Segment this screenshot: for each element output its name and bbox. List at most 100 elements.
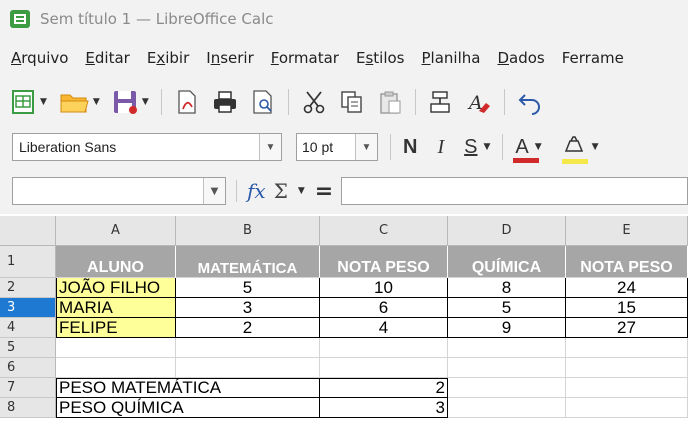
grade-cell[interactable]: 9 — [448, 318, 566, 338]
column-header-a[interactable]: A — [56, 216, 176, 246]
chevron-down-icon[interactable]: ▼ — [40, 97, 47, 107]
student-name-cell[interactable]: JOÃO FILHO — [56, 278, 176, 298]
table-header-cell[interactable]: ALUNO — [56, 246, 176, 278]
chevron-down-icon[interactable]: ▼ — [592, 142, 599, 152]
weight-value-cell[interactable]: 3 — [320, 398, 448, 418]
save-icon — [113, 91, 137, 114]
table-header-cell[interactable]: QUÍMICA — [448, 246, 566, 278]
empty-cell[interactable] — [320, 358, 448, 378]
menu-item-planilha[interactable]: Planilha — [422, 49, 481, 67]
grade-cell[interactable]: 8 — [448, 278, 566, 298]
menu-item-inserir[interactable]: Inserir — [206, 49, 254, 67]
paste-button[interactable] — [377, 89, 403, 115]
empty-cell[interactable] — [448, 338, 566, 358]
empty-cell[interactable] — [176, 338, 320, 358]
column-header-b[interactable]: B — [176, 216, 320, 246]
chevron-down-icon[interactable]: ▼ — [535, 142, 542, 152]
print-button[interactable] — [212, 89, 238, 115]
row-header-8[interactable]: 8 — [0, 398, 56, 418]
bold-button[interactable]: N — [403, 136, 417, 159]
grade-cell[interactable]: 2 — [176, 318, 320, 338]
grade-cell[interactable]: 5 — [448, 298, 566, 318]
empty-cell[interactable] — [566, 378, 688, 398]
column-header-d[interactable]: D — [448, 216, 566, 246]
chevron-down-icon[interactable]: ▼ — [355, 134, 377, 160]
grade-cell[interactable]: 6 — [320, 298, 448, 318]
grade-cell[interactable]: 24 — [566, 278, 688, 298]
highlight-color-button[interactable]: ▼ — [561, 135, 599, 164]
empty-cell[interactable] — [56, 358, 176, 378]
column-header-e[interactable]: E — [566, 216, 688, 246]
row-header-5[interactable]: 5 — [0, 338, 56, 358]
grade-cell[interactable]: 27 — [566, 318, 688, 338]
table-header-cell[interactable]: NOTA PESO — [320, 246, 448, 278]
empty-cell[interactable] — [448, 398, 566, 418]
clear-formatting-button[interactable]: A — [466, 89, 492, 115]
font-name-combobox[interactable]: Liberation Sans ▼ — [12, 133, 282, 161]
select-all-corner[interactable] — [0, 216, 56, 246]
grade-cell[interactable]: 10 — [320, 278, 448, 298]
formula-equals-icon[interactable]: = — [315, 179, 333, 204]
underline-button[interactable]: S ▼ — [464, 136, 490, 159]
table-header-cell[interactable]: NOTA PESO — [566, 246, 688, 278]
chevron-down-icon[interactable]: ▼ — [259, 134, 281, 160]
empty-cell[interactable] — [566, 398, 688, 418]
student-name-cell[interactable]: MARIA — [56, 298, 176, 318]
undo-button[interactable] — [517, 89, 543, 115]
print-preview-button[interactable] — [250, 89, 276, 115]
row-header-2[interactable]: 2 — [0, 278, 56, 298]
table-header-cell[interactable]: MATEMÁTICA — [176, 246, 320, 278]
clone-formatting-button[interactable] — [428, 89, 454, 115]
empty-cell[interactable] — [56, 338, 176, 358]
empty-cell[interactable] — [566, 338, 688, 358]
column-header-c[interactable]: C — [320, 216, 448, 246]
name-box[interactable]: ▼ — [12, 177, 226, 205]
menu-item-formatar[interactable]: Formatar — [271, 49, 339, 67]
function-wizard-icon[interactable]: fx — [247, 179, 266, 203]
font-color-button[interactable]: A ▼ — [513, 136, 542, 163]
weight-label-cell[interactable]: PESO MATEMÁTICA — [56, 378, 320, 398]
grade-cell[interactable]: 15 — [566, 298, 688, 318]
row-header-3[interactable]: 3 — [0, 298, 56, 318]
toolbar-separator — [414, 89, 416, 115]
row-header-7[interactable]: 7 — [0, 378, 56, 398]
weight-label-cell[interactable]: PESO QUÍMICA — [56, 398, 320, 418]
menu-item-arquivo[interactable]: Arquivo — [11, 49, 68, 67]
italic-button[interactable]: I — [437, 136, 444, 159]
weight-value-cell[interactable]: 2 — [320, 378, 448, 398]
cut-button[interactable] — [301, 89, 327, 115]
chevron-down-icon[interactable]: ▼ — [142, 97, 149, 107]
row-header-4[interactable]: 4 — [0, 318, 56, 338]
empty-cell[interactable] — [176, 358, 320, 378]
chevron-down-icon[interactable]: ▼ — [203, 178, 225, 204]
save-button[interactable]: ▼ — [112, 89, 149, 115]
grade-cell[interactable]: 5 — [176, 278, 320, 298]
grade-cell[interactable]: 3 — [176, 298, 320, 318]
menu-item-exibir[interactable]: Exibir — [147, 49, 189, 67]
empty-cell[interactable] — [320, 338, 448, 358]
font-size-combobox[interactable]: 10 pt ▼ — [296, 133, 378, 161]
formula-input[interactable] — [341, 177, 688, 205]
open-button[interactable]: ▼ — [59, 89, 100, 115]
chevron-down-icon[interactable]: ▼ — [93, 97, 100, 107]
chevron-down-icon[interactable]: ▼ — [298, 186, 305, 196]
grade-cell[interactable]: 4 — [320, 318, 448, 338]
row-header-1[interactable]: 1 — [0, 246, 56, 278]
empty-cell[interactable] — [566, 358, 688, 378]
student-name-cell[interactable]: FELIPE — [56, 318, 176, 338]
copy-button[interactable] — [339, 89, 365, 115]
empty-cell[interactable] — [448, 358, 566, 378]
new-document-button[interactable]: ▼ — [10, 89, 47, 115]
menu-item-estilos[interactable]: Estilos — [356, 49, 405, 67]
menu-item-dados[interactable]: Dados — [497, 49, 544, 67]
row-header-6[interactable]: 6 — [0, 358, 56, 378]
menu-item-ferrame[interactable]: Ferrame — [562, 49, 624, 67]
sum-icon[interactable]: Σ — [274, 179, 288, 203]
underline-glyph: S — [464, 135, 478, 158]
export-pdf-button[interactable] — [174, 89, 200, 115]
menu-item-editar[interactable]: Editar — [85, 49, 129, 67]
chevron-down-icon[interactable]: ▼ — [483, 142, 490, 152]
highlighter-glyph — [564, 135, 583, 152]
folder-open-icon — [60, 94, 89, 113]
empty-cell[interactable] — [448, 378, 566, 398]
